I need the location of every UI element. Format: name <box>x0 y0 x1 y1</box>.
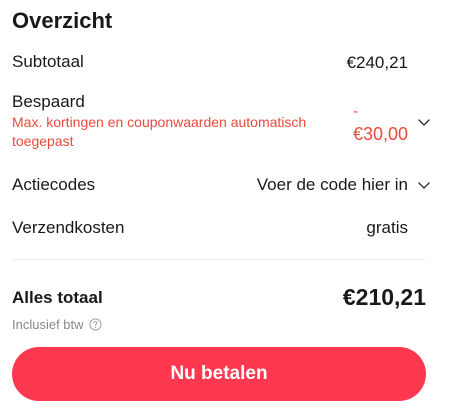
chevron-down-icon[interactable] <box>416 177 432 193</box>
savings-label: Bespaard <box>12 92 85 111</box>
vat-note: Inclusief btw <box>12 317 102 332</box>
help-circle-icon[interactable] <box>89 318 102 331</box>
chevron-down-icon[interactable] <box>416 114 432 130</box>
divider <box>12 259 426 260</box>
pay-now-button[interactable]: Nu betalen <box>12 347 426 401</box>
savings-value: €30,00 <box>352 124 408 144</box>
shipping-value: gratis <box>366 218 408 237</box>
vat-note-text: Inclusief btw <box>12 317 84 332</box>
total-value: €210,21 <box>342 284 426 310</box>
shipping-label: Verzendkosten <box>12 218 125 237</box>
total-label: Alles totaal <box>12 288 103 307</box>
summary-title: Overzicht <box>12 8 113 33</box>
promo-label: Actiecodes <box>12 175 96 194</box>
promo-code-entry[interactable]: Voer de code hier in <box>257 175 408 195</box>
subtotal-label: Subtotaal <box>12 52 84 71</box>
subtotal-value: €240,21 <box>346 53 408 72</box>
savings-note: Max. kortingen en couponwaarden automati… <box>12 114 307 149</box>
savings-sign: - <box>353 103 358 120</box>
